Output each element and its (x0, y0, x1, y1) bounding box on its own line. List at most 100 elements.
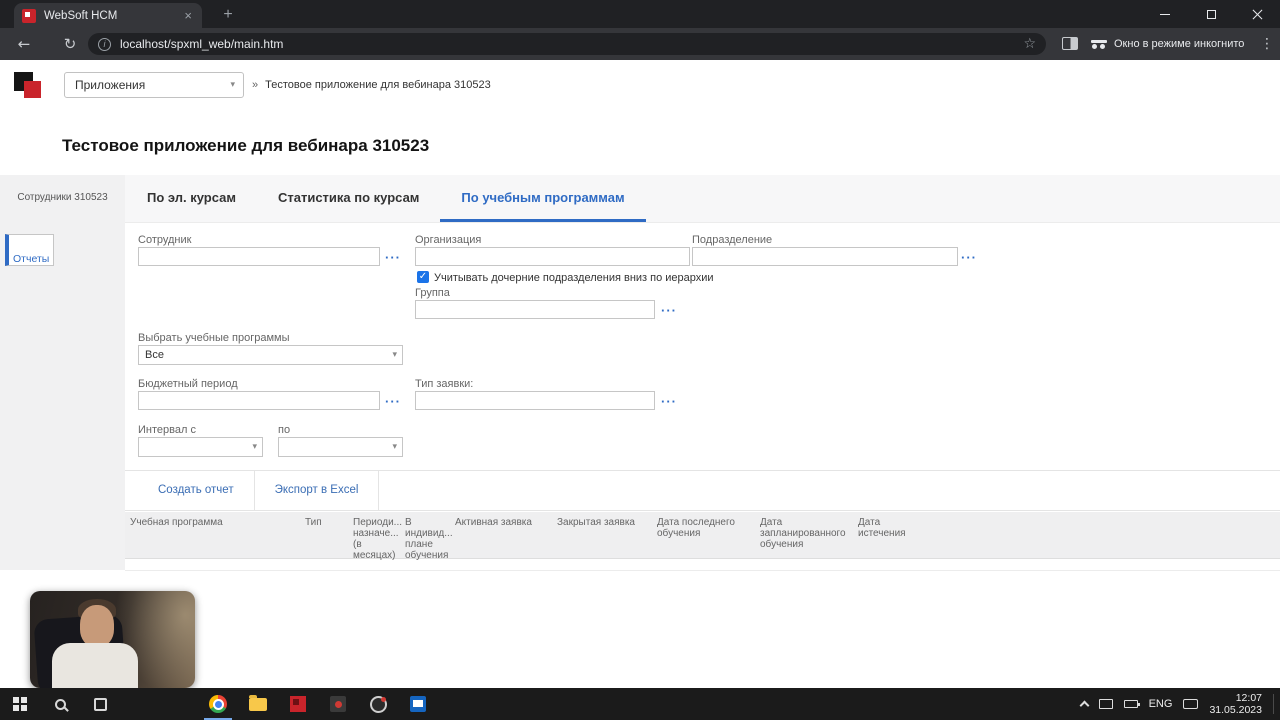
col-type: Тип (305, 517, 322, 528)
chrome-icon (209, 695, 227, 713)
request-type-input[interactable] (415, 391, 655, 410)
system-tray: ENG 12:07 31.05.2023 (1079, 688, 1274, 720)
person-head (80, 605, 114, 647)
department-input[interactable] (692, 247, 958, 266)
tab-course-stats[interactable]: Статистика по курсам (257, 175, 440, 222)
sidebar: Сотрудники 310523 Отчеты (0, 175, 125, 570)
reload-icon[interactable]: ↻ (58, 32, 82, 56)
incognito-icon (1090, 36, 1108, 52)
site-favicon-icon (22, 8, 36, 23)
organization-input[interactable] (415, 247, 690, 266)
task-view-icon (93, 697, 107, 711)
export-excel-button[interactable]: Экспорт в Excel (255, 471, 380, 510)
address-bar[interactable]: i localhost/spxml_web/main.htm ☆ (88, 33, 1046, 55)
minimize-icon (1160, 13, 1170, 15)
touch-keyboard-icon[interactable] (1183, 699, 1199, 709)
new-tab-button[interactable]: + (218, 5, 238, 25)
group-label: Группа (415, 287, 450, 299)
bookmark-star-icon[interactable]: ☆ (1023, 36, 1036, 52)
budget-period-input[interactable] (138, 391, 380, 410)
applications-select[interactable]: Приложения (64, 72, 244, 98)
results-table-header: Учебная программа Тип Периоди... назначе… (125, 512, 1280, 561)
taskbar-explorer-button[interactable] (238, 688, 278, 720)
taskbar-websoft-button[interactable] (278, 688, 318, 720)
chevron-down-icon (252, 438, 257, 456)
col-in-individual-plan: В индивид... плане обучения (405, 517, 453, 561)
close-icon (1252, 9, 1263, 20)
browser-toolbar: ← ↻ i localhost/spxml_web/main.htm ☆ Окн… (0, 28, 1280, 60)
websoft-app-icon (290, 696, 306, 712)
taskbar: ENG 12:07 31.05.2023 (0, 688, 1280, 720)
col-expiry-date: Дата истечения (858, 517, 906, 539)
browser-menu-icon[interactable]: ⋮ (1258, 32, 1276, 56)
taskbar-chrome-button[interactable] (198, 688, 238, 720)
budget-period-picker-icon[interactable] (385, 395, 401, 408)
browser-tab-title: WebSoft HCM (44, 9, 118, 22)
request-type-picker-icon[interactable] (661, 395, 677, 408)
person-shirt (52, 643, 138, 688)
side-panel-icon[interactable] (1062, 37, 1078, 50)
create-report-button[interactable]: Создать отчет (138, 471, 255, 510)
search-icon (54, 698, 66, 710)
programs-select[interactable]: Все (138, 345, 403, 365)
table-body-divider (125, 570, 1280, 571)
tab-close-icon[interactable]: × (182, 7, 194, 24)
websoft-logo[interactable] (14, 70, 44, 100)
tab-training-programs[interactable]: По учебным программам (440, 175, 646, 222)
request-type-label: Тип заявки: (415, 378, 474, 390)
applications-select-value: Приложения (75, 78, 146, 92)
employee-picker-icon[interactable] (385, 251, 401, 264)
group-picker-icon[interactable] (661, 304, 677, 317)
taskbar-search-button[interactable] (40, 688, 80, 720)
tray-expand-icon[interactable] (1079, 700, 1090, 711)
back-icon[interactable]: ← (12, 32, 36, 56)
col-active-request: Активная заявка (455, 517, 532, 528)
budget-period-label: Бюджетный период (138, 378, 238, 390)
group-input[interactable] (415, 300, 655, 319)
task-view-button[interactable] (80, 688, 120, 720)
interval-to-label: по (278, 424, 291, 436)
child-departments-checkbox[interactable] (417, 271, 429, 283)
interval-from-label: Интервал с (138, 424, 196, 436)
sidebar-item-reports[interactable]: Отчеты (5, 234, 55, 266)
browser-titlebar: WebSoft HCM × + (0, 0, 1280, 28)
taskbar-app-dark-button[interactable] (318, 688, 358, 720)
start-button[interactable] (0, 688, 40, 720)
chevron-down-icon (392, 346, 397, 364)
sidebar-item-employees[interactable]: Сотрудники 310523 (0, 175, 125, 220)
show-desktop-divider[interactable] (1273, 694, 1274, 714)
taskbar-app-blue-button[interactable] (398, 688, 438, 720)
url-text[interactable]: localhost/spxml_web/main.htm (120, 37, 1023, 51)
tab-ecourses[interactable]: По эл. курсам (126, 175, 257, 222)
report-tabs: По эл. курсам Статистика по курсам По уч… (125, 175, 1280, 223)
windows-logo-icon (13, 697, 19, 703)
clock-date: 31.05.2023 (1209, 704, 1262, 716)
maximize-button[interactable] (1188, 0, 1234, 28)
interval-to-select[interactable] (278, 437, 403, 457)
breadcrumb-current[interactable]: Тестовое приложение для вебинара 310523 (265, 79, 491, 91)
close-button[interactable] (1234, 0, 1280, 28)
taskbar-clock[interactable]: 12:07 31.05.2023 (1209, 692, 1262, 717)
display-icon[interactable] (1098, 699, 1113, 709)
page-title: Тестовое приложение для вебинара 310523 (62, 136, 430, 155)
dark-app-icon (330, 696, 346, 712)
col-last-training-date: Дата последнего обучения (657, 517, 735, 539)
browser-tab[interactable]: WebSoft HCM × (14, 3, 202, 28)
interval-from-select[interactable] (138, 437, 263, 457)
battery-icon[interactable] (1123, 700, 1140, 708)
organization-label: Организация (415, 234, 482, 246)
language-indicator[interactable]: ENG (1149, 698, 1173, 710)
minimize-button[interactable] (1142, 0, 1188, 28)
department-picker-icon[interactable] (961, 251, 977, 264)
folder-icon (249, 694, 267, 711)
site-info-icon[interactable]: i (98, 37, 111, 51)
employee-input[interactable] (138, 247, 380, 266)
webcam-overlay (30, 591, 195, 688)
col-planned-training-date: Дата запланированного обучения (760, 517, 846, 550)
col-periodicity: Периоди... назначе... (в месяцах) (353, 517, 402, 561)
programs-label: Выбрать учебные программы (138, 332, 290, 344)
col-closed-request: Закрытая заявка (557, 517, 635, 528)
chevron-down-icon (230, 73, 235, 97)
taskbar-media-button[interactable] (358, 688, 398, 720)
breadcrumb: » Тестовое приложение для вебинара 31052… (252, 72, 491, 98)
